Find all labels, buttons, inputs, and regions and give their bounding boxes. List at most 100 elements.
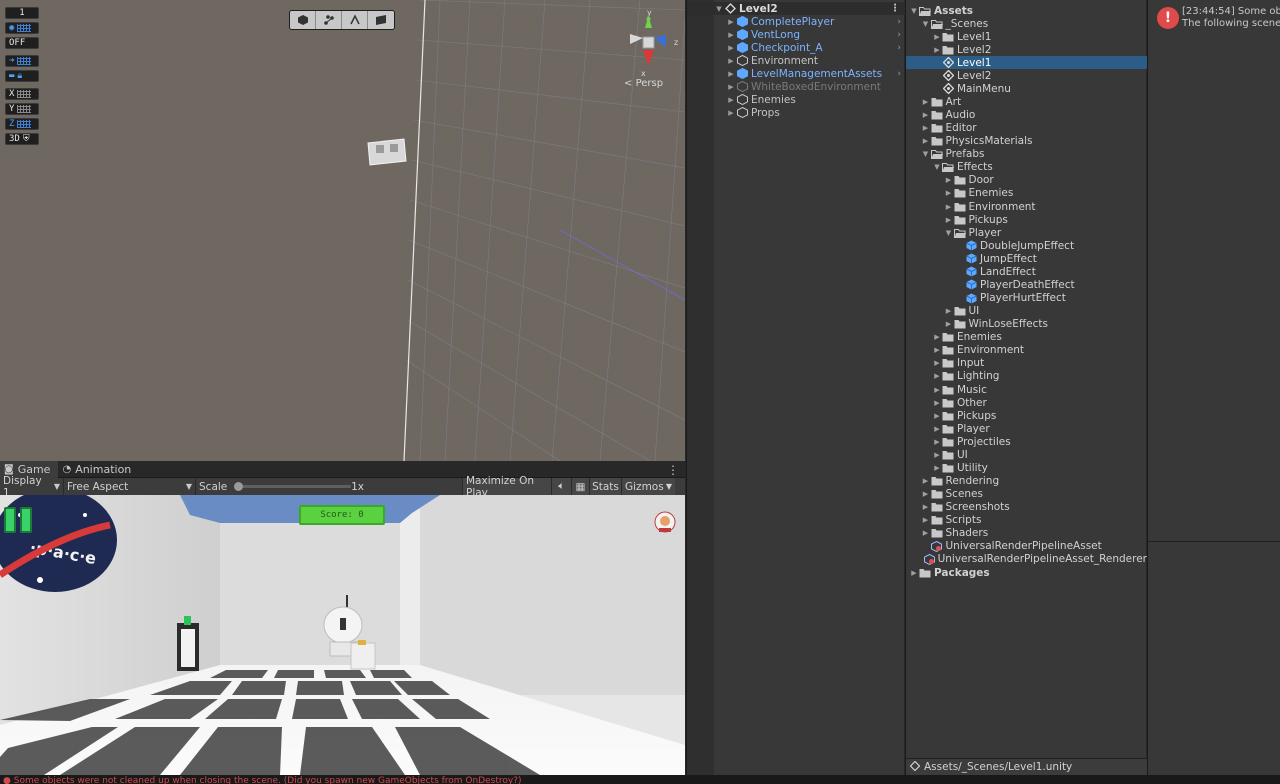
expand-arrow-icon[interactable]: ▶ — [932, 438, 942, 446]
project-folder-item[interactable]: ▶ Level1 — [906, 30, 1147, 43]
project-folder-item[interactable]: ▶ UI — [906, 305, 1147, 318]
expand-arrow-icon[interactable]: ▼ — [714, 5, 724, 13]
collapse-arrow-icon[interactable]: ▼ — [909, 7, 919, 15]
3d-toggle[interactable]: 3D ⛨ — [5, 133, 39, 145]
edge-mode-button[interactable] — [342, 11, 368, 29]
hierarchy-menu-icon[interactable]: ⋮ — [890, 3, 900, 14]
project-folder-item[interactable]: ▶ Projectiles — [906, 435, 1147, 448]
console-log-entry[interactable]: ! [23:44:54] Some obj The following scen… — [1148, 2, 1280, 542]
project-folder-item[interactable]: ▶ Art — [906, 95, 1147, 108]
expand-arrow-icon[interactable]: ▶ — [932, 451, 942, 459]
expand-arrow-icon[interactable]: ▶ — [932, 386, 942, 394]
project-folder-item[interactable]: ▶ Pickups — [906, 409, 1147, 422]
project-folder-item[interactable]: ▶ Shaders — [906, 527, 1147, 540]
expand-arrow-icon[interactable]: ▶ — [944, 307, 954, 315]
vertex-mode-button[interactable] — [316, 11, 342, 29]
expand-arrow-icon[interactable]: ▶ — [726, 31, 736, 39]
stats-toggle[interactable]: Stats — [589, 478, 621, 495]
visibility-toggle[interactable]: ◉ — [5, 22, 39, 34]
hierarchy-item[interactable]: ▶ Environment — [687, 54, 905, 67]
object-mode-button[interactable] — [290, 11, 316, 29]
project-folder-item[interactable]: ▶ Enemies — [906, 331, 1147, 344]
hierarchy-item[interactable]: ▶ VentLong › — [687, 28, 905, 41]
project-folder-item[interactable]: ▶ Packages — [906, 566, 1147, 579]
expand-arrow-icon[interactable]: ▶ — [726, 44, 736, 52]
project-folder-item[interactable]: ▶ Scripts — [906, 514, 1147, 527]
game-view[interactable]: ·p·a·c·e Score: 0 — [0, 495, 685, 775]
expand-arrow-icon[interactable]: ▶ — [932, 359, 942, 367]
gizmos-dropdown[interactable]: Gizmos ▼ — [621, 478, 675, 495]
project-prefab-item[interactable]: JumpEffect — [906, 252, 1147, 265]
scale-slider-knob[interactable] — [234, 482, 244, 491]
expand-arrow-icon[interactable]: ▶ — [921, 477, 931, 485]
expand-arrow-icon[interactable]: ▶ — [921, 490, 931, 498]
expand-arrow-icon[interactable]: ▶ — [932, 46, 942, 54]
project-folder-item[interactable]: ▼ _Scenes — [906, 17, 1147, 30]
scene-view[interactable]: 1 ◉ OFF ➜ ▬ 🔒︎ X Y Z 3D ⛨ y z x < Persp — [0, 0, 685, 461]
collapse-arrow-icon[interactable]: ▼ — [944, 229, 954, 237]
project-prefab-item[interactable]: PlayerHurtEffect — [906, 292, 1147, 305]
pause-button[interactable] — [4, 507, 34, 533]
expand-arrow-icon[interactable]: ▶ — [932, 333, 942, 341]
aspect-dropdown[interactable]: Free Aspect ▼ — [64, 478, 196, 495]
project-folder-item[interactable]: ▶ WinLoseEffects — [906, 318, 1147, 331]
expand-arrow-icon[interactable]: ▶ — [726, 83, 736, 91]
project-folder-item[interactable]: ▶ Music — [906, 383, 1147, 396]
project-folder-item[interactable]: ▼ Effects — [906, 161, 1147, 174]
project-folder-item[interactable]: ▶ Input — [906, 357, 1147, 370]
maximize-on-play-toggle[interactable]: Maximize On Play — [462, 475, 551, 499]
project-folder-item[interactable]: ▶ Audio — [906, 109, 1147, 122]
expand-arrow-icon[interactable]: ▶ — [932, 425, 942, 433]
collapse-arrow-icon[interactable]: ▼ — [921, 20, 931, 28]
project-asset-item[interactable]: UniversalRenderPipelineAsset_Renderer — [906, 553, 1147, 566]
y-grid-toggle[interactable]: Y — [5, 103, 39, 115]
move-snap-toggle[interactable]: ➜ — [5, 55, 39, 67]
project-folder-item[interactable]: ▶ Pickups — [906, 213, 1147, 226]
face-mode-button[interactable] — [368, 11, 394, 29]
expand-arrow-icon[interactable]: ▶ — [944, 203, 954, 211]
project-prefab-item[interactable]: DoubleJumpEffect — [906, 239, 1147, 252]
expand-arrow-icon[interactable]: ▶ — [726, 70, 736, 78]
expand-arrow-icon[interactable]: ▶ — [944, 216, 954, 224]
expand-arrow-icon[interactable]: ▶ — [944, 320, 954, 328]
chevron-right-icon[interactable]: › — [897, 43, 901, 53]
project-folder-item[interactable]: ▶ Enemies — [906, 187, 1147, 200]
collapse-arrow-icon[interactable]: ▼ — [932, 163, 942, 171]
project-folder-item[interactable]: ▶ Other — [906, 396, 1147, 409]
project-folder-item[interactable]: ▶ UI — [906, 448, 1147, 461]
project-scene-item[interactable]: MainMenu — [906, 82, 1147, 95]
expand-arrow-icon[interactable]: ▶ — [921, 124, 931, 132]
collapse-arrow-icon[interactable]: ▼ — [921, 150, 931, 158]
expand-arrow-icon[interactable]: ▶ — [932, 399, 942, 407]
game-panel-menu-icon[interactable]: ⋮ — [667, 463, 679, 477]
z-grid-toggle[interactable]: Z — [5, 118, 39, 130]
project-folder-item[interactable]: ▶ Screenshots — [906, 501, 1147, 514]
project-scene-item[interactable]: Level2 — [906, 69, 1147, 82]
shortcuts-toggle[interactable]: ▦ — [571, 478, 589, 495]
project-folder-item[interactable]: ▶ Environment — [906, 200, 1147, 213]
expand-arrow-icon[interactable]: ▶ — [932, 412, 942, 420]
snap-toggle[interactable]: OFF — [5, 37, 39, 49]
project-folder-item[interactable]: ▶ Scenes — [906, 488, 1147, 501]
expand-arrow-icon[interactable]: ▶ — [932, 33, 942, 41]
project-asset-item[interactable]: UniversalRenderPipelineAsset — [906, 540, 1147, 553]
expand-arrow-icon[interactable]: ▶ — [726, 109, 736, 117]
project-folder-item[interactable]: ▶ Editor — [906, 122, 1147, 135]
expand-arrow-icon[interactable]: ▶ — [921, 529, 931, 537]
hierarchy-scene-root[interactable]: ▼ Level2 ⋮ — [687, 2, 905, 15]
project-prefab-item[interactable]: PlayerDeathEffect — [906, 278, 1147, 291]
project-folder-item[interactable]: ▼ Assets — [906, 4, 1147, 17]
project-folder-item[interactable]: ▶ Rendering — [906, 475, 1147, 488]
x-grid-toggle[interactable]: X — [5, 88, 39, 100]
expand-arrow-icon[interactable]: ▶ — [726, 57, 736, 65]
scale-slider[interactable] — [234, 482, 352, 491]
hierarchy-item[interactable]: ▶ WhiteBoxedEnvironment — [687, 80, 905, 93]
expand-arrow-icon[interactable]: ▶ — [944, 189, 954, 197]
project-folder-item[interactable]: ▶ Door — [906, 174, 1147, 187]
chevron-right-icon[interactable]: › — [897, 17, 901, 27]
hierarchy-item[interactable]: ▶ CompletePlayer › — [687, 15, 905, 28]
hierarchy-item[interactable]: ▶ LevelManagementAssets › — [687, 67, 905, 80]
expand-arrow-icon[interactable]: ▶ — [909, 569, 919, 577]
expand-arrow-icon[interactable]: ▶ — [944, 176, 954, 184]
project-prefab-item[interactable]: LandEffect — [906, 265, 1147, 278]
